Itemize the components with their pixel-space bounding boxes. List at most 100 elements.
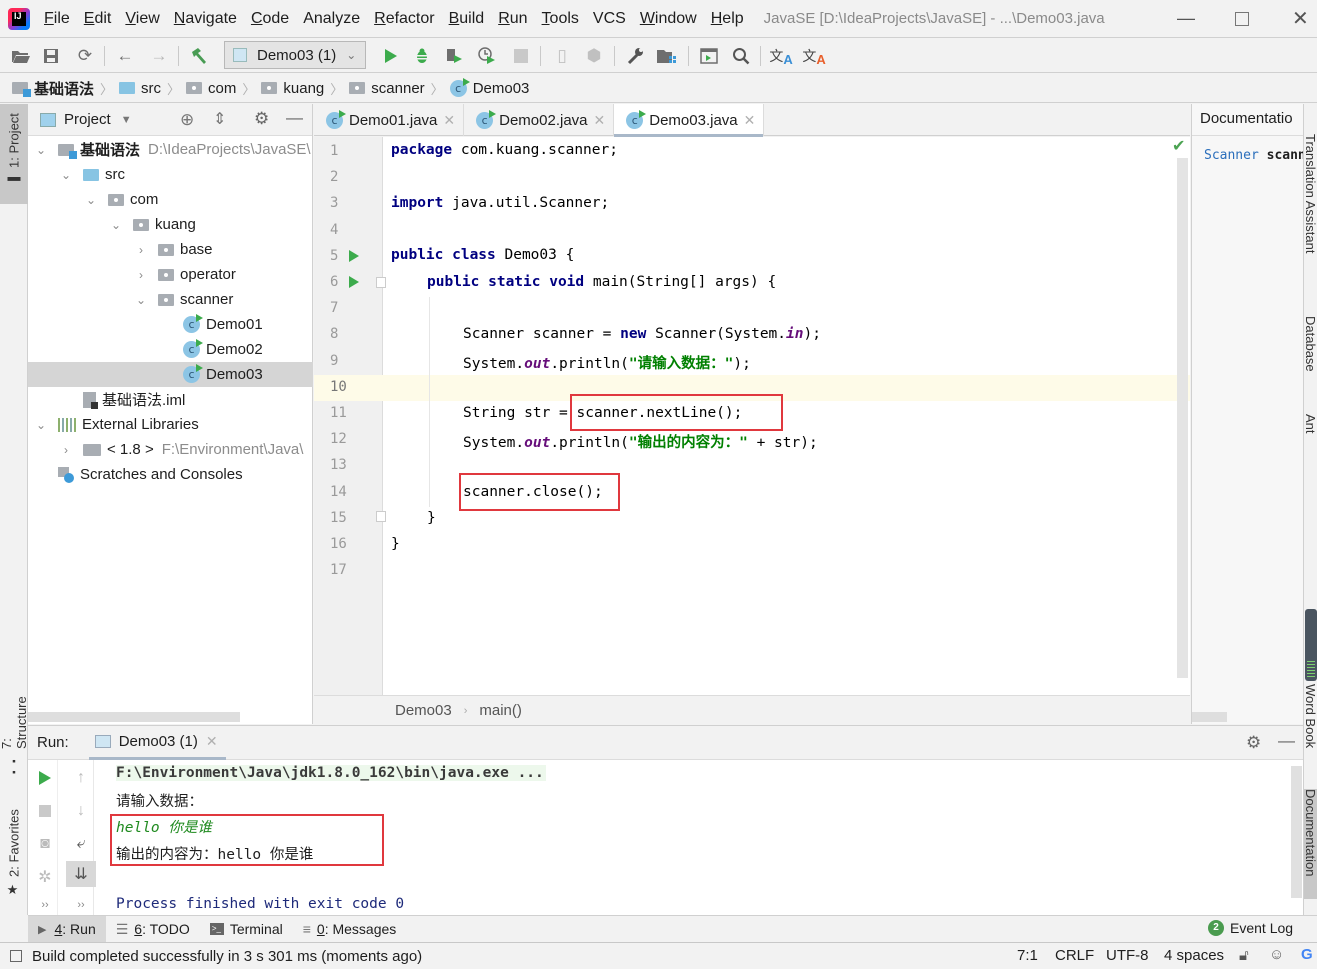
tree-item-scanner[interactable]: ⌄ scanner — [28, 287, 313, 312]
tab-demo03[interactable]: c Demo03.java ✕ — [614, 104, 765, 137]
tree-item-src[interactable]: ⌄ src — [28, 162, 313, 187]
run-tab-demo03[interactable]: Demo03 (1) ✕ — [88, 725, 226, 760]
gear-icon[interactable]: ⚙ — [254, 109, 269, 129]
tree-item-external-libraries[interactable]: ⌄ External Libraries — [28, 412, 313, 437]
deploy-icon[interactable]: ⬢ — [583, 45, 605, 67]
close-run-tab-icon[interactable]: ✕ — [206, 733, 218, 750]
menu-help[interactable]: Help — [711, 10, 744, 28]
close-tab-icon[interactable]: ✕ — [594, 112, 606, 129]
settings-wrench-icon[interactable] — [624, 45, 646, 67]
camera-snapshot-icon[interactable]: ◙ — [30, 831, 60, 857]
open-folder-icon[interactable] — [10, 45, 32, 67]
debug-icon[interactable] — [411, 45, 433, 67]
bottom-tab-messages[interactable]: ≡ 0: Messages — [293, 916, 407, 943]
build-hammer-icon[interactable] — [188, 45, 210, 67]
toggle-tool-windows-icon[interactable] — [10, 950, 22, 962]
close-tab-icon[interactable]: ✕ — [443, 112, 455, 129]
horizontal-scrollbar[interactable] — [28, 712, 240, 722]
menu-navigate[interactable]: Navigate — [174, 10, 237, 28]
breadcrumb-module[interactable]: 基础语法 — [12, 78, 94, 99]
hide-panel-icon[interactable]: — — [286, 108, 303, 128]
editor-vertical-scrollbar[interactable] — [1177, 158, 1188, 678]
run-configuration-dropdown[interactable]: Demo03 (1) ⌄ — [224, 41, 366, 69]
coverage-icon[interactable] — [443, 45, 465, 67]
breadcrumb-method[interactable]: main() — [479, 702, 522, 719]
breadcrumb-class[interactable]: Demo03 — [395, 702, 452, 719]
project-view-selector[interactable]: Project — [64, 111, 111, 128]
inspection-ok-checkmark-icon[interactable]: ✔ — [1172, 136, 1185, 156]
chevron-down-icon[interactable]: ⌄ — [34, 418, 48, 432]
tree-item-demo01[interactable]: c Demo01 — [28, 312, 313, 337]
scroll-up-icon[interactable]: ↑ — [66, 765, 96, 791]
tab-demo01[interactable]: c Demo01.java ✕ — [314, 104, 465, 136]
breadcrumb-com[interactable]: com — [186, 80, 236, 97]
collapse-all-icon[interactable]: ⇕ — [213, 109, 226, 129]
breadcrumb-demo03[interactable]: c Demo03 — [449, 77, 529, 97]
menu-analyze[interactable]: Analyze — [303, 10, 360, 28]
locate-target-icon[interactable]: ⊕ — [180, 110, 194, 130]
stop-icon[interactable] — [510, 45, 532, 67]
forward-arrow-icon[interactable]: → — [148, 45, 170, 67]
chevron-down-icon[interactable]: ⌄ — [84, 193, 98, 207]
menu-vcs[interactable]: VCS — [593, 10, 626, 28]
menu-window[interactable]: Window — [640, 10, 697, 28]
dropdown-triangle-icon[interactable]: ▼ — [121, 114, 132, 126]
sync-icon[interactable]: ⟳ — [74, 45, 96, 67]
menu-refactor[interactable]: Refactor — [374, 10, 434, 28]
run-icon[interactable] — [380, 45, 402, 67]
menu-file[interactable]: File — [44, 10, 70, 28]
save-icon[interactable] — [40, 45, 62, 67]
breadcrumb-scanner[interactable]: scanner — [349, 80, 425, 97]
menu-build[interactable]: Build — [449, 10, 485, 28]
breadcrumb-kuang[interactable]: kuang — [261, 80, 324, 97]
tool-tab-structure[interactable]: ▪▪ 7: Structure — [0, 682, 29, 777]
stop-icon[interactable] — [30, 798, 60, 824]
bottom-tab-todo[interactable]: ☰ 6: TODO — [106, 916, 200, 943]
file-encoding[interactable]: UTF-8 — [1106, 947, 1149, 964]
back-arrow-icon[interactable]: ← — [114, 45, 136, 67]
indent-setting[interactable]: 4 spaces — [1164, 947, 1224, 964]
translate-icon[interactable]: 文A — [769, 45, 792, 67]
project-structure-icon[interactable] — [656, 45, 678, 67]
chevron-down-icon[interactable]: ⌄ — [109, 218, 123, 232]
tool-tab-word-book[interactable]: Word Book — [1304, 684, 1317, 748]
tree-item-kuang[interactable]: ⌄ kuang — [28, 212, 313, 237]
menu-edit[interactable]: Edit — [84, 10, 112, 28]
event-log-button[interactable]: 2 Event Log — [1208, 920, 1293, 936]
close-window-icon[interactable]: ✕ — [1292, 6, 1309, 31]
tool-tab-favorites[interactable]: ★ 2: Favorites — [0, 804, 28, 904]
run-main-gutter-icon[interactable] — [349, 275, 359, 292]
scroll-to-end-icon[interactable]: ⇊ — [66, 861, 96, 887]
chevron-right-icon[interactable]: › — [59, 443, 73, 457]
bottom-tab-run[interactable]: ▶ 4: Run — [28, 915, 106, 943]
caret-position[interactable]: 7:1 — [1017, 947, 1038, 964]
rerun-icon[interactable] — [30, 765, 60, 791]
tree-item-iml[interactable]: 基础语法.iml — [28, 387, 313, 412]
chevron-down-icon[interactable]: ⌄ — [59, 168, 73, 182]
tool-tab-project[interactable]: ▬ 1: Project — [0, 104, 28, 204]
tab-demo02[interactable]: c Demo02.java ✕ — [464, 104, 615, 136]
tree-item-scratches-and-consoles[interactable]: Scratches and Consoles — [28, 462, 313, 487]
chevron-down-icon[interactable]: ⌄ — [134, 293, 148, 307]
console-vertical-scrollbar[interactable] — [1291, 766, 1302, 898]
tree-item-demo02[interactable]: c Demo02 — [28, 337, 313, 362]
fold-marker-icon[interactable] — [376, 511, 386, 522]
gear-icon[interactable]: ⚙ — [1246, 733, 1261, 753]
profile-icon[interactable] — [476, 45, 498, 67]
menu-run[interactable]: Run — [498, 10, 527, 28]
menu-view[interactable]: View — [125, 10, 159, 28]
hide-panel-icon[interactable]: — — [1278, 731, 1295, 751]
translate-alt-icon[interactable]: 文A — [802, 45, 825, 67]
tool-tab-database[interactable]: Database — [1304, 316, 1317, 372]
fold-marker-icon[interactable] — [376, 277, 386, 288]
google-icon[interactable]: G — [1301, 946, 1313, 963]
menu-tools[interactable]: Tools — [542, 10, 579, 28]
chevron-right-icon[interactable]: › — [134, 243, 148, 257]
debug-disabled-icon[interactable]: ✲ — [30, 864, 60, 890]
tree-item-operator[interactable]: › operator — [28, 262, 313, 287]
status-message[interactable]: Build completed successfully in 3 s 301 … — [32, 948, 422, 965]
doc-horizontal-scrollbar[interactable] — [1192, 712, 1227, 722]
maximize-icon[interactable] — [1235, 12, 1249, 26]
line-separator[interactable]: CRLF — [1055, 947, 1094, 964]
menu-code[interactable]: Code — [251, 10, 289, 28]
